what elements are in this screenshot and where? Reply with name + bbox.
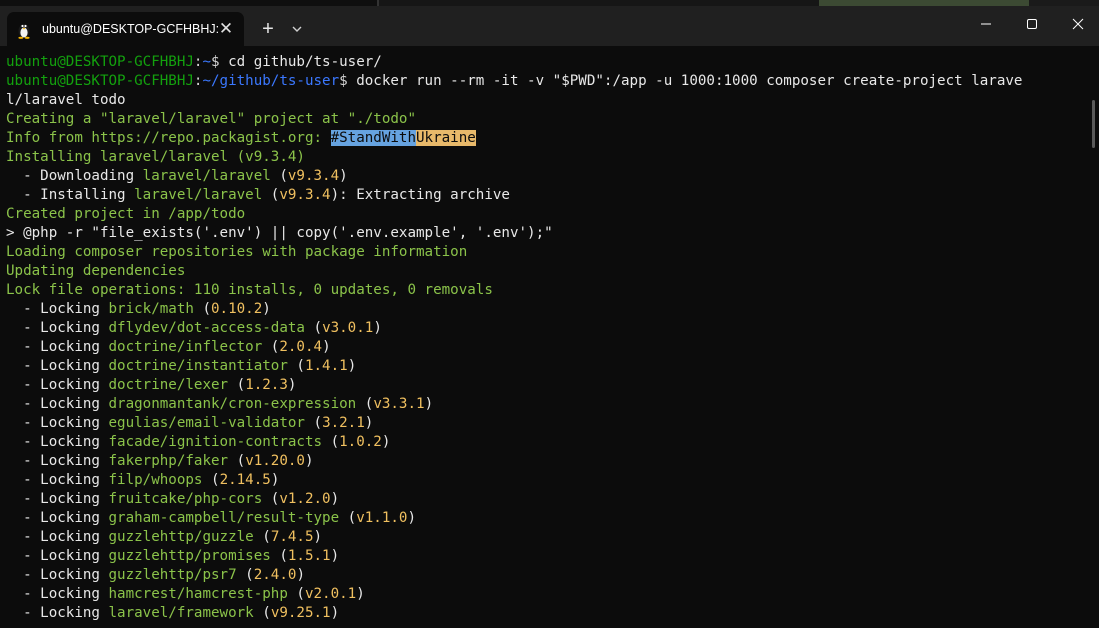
terminal-output[interactable]: ubuntu@DESKTOP-GCFHBHJ:~$ cd github/ts-u… — [0, 46, 1099, 628]
tab-close-icon[interactable]: ✕ — [216, 19, 236, 39]
package-version: v3.3.1 — [373, 396, 425, 412]
locking-line: - Locking doctrine/instantiator (1.4.1) — [6, 358, 357, 374]
package-version: 1.5.1 — [287, 548, 331, 564]
package-name: guzzlehttp/guzzle — [108, 529, 254, 545]
package-version: v1.1.0 — [356, 510, 408, 526]
locking-line: - Locking facade/ignition-contracts (1.0… — [6, 434, 391, 450]
package-version: v9.25.1 — [270, 605, 331, 621]
package-name: fruitcake/php-cors — [108, 491, 263, 507]
locking-line: - Locking filp/whoops (2.14.5) — [6, 472, 280, 488]
package-version: 7.4.5 — [270, 529, 314, 545]
package-version: 2.14.5 — [219, 472, 271, 488]
locking-line: - Locking egulias/email-validator (3.2.1… — [6, 415, 374, 431]
locking-line: - Locking guzzlehttp/guzzle (7.4.5) — [6, 529, 323, 545]
package-version: 3.2.1 — [322, 415, 365, 431]
terminal-line: > @php -r "file_exists('.env') || copy('… — [6, 225, 553, 241]
minimize-icon[interactable] — [971, 10, 1001, 38]
locking-line: - Locking brick/math (0.10.2) — [6, 301, 271, 317]
locking-line: - Locking graham-campbell/result-type (v… — [6, 510, 417, 526]
desktop-background-strip — [0, 0, 1099, 6]
close-window-icon[interactable] — [1063, 10, 1093, 38]
package-version: 2.0.4 — [279, 339, 323, 355]
terminal-line: - Downloading laravel/laravel (v9.3.4) — [6, 168, 348, 184]
locking-line: - Locking dragonmantank/cron-expression … — [6, 396, 434, 412]
locking-line: - Locking laravel/framework (v9.25.1) — [6, 605, 340, 621]
package-name: dragonmantank/cron-expression — [108, 396, 357, 412]
terminal-line: l/laravel todo — [6, 92, 126, 108]
package-version: 2.4.0 — [253, 567, 297, 583]
package-version: v1.2.0 — [279, 491, 331, 507]
package-name: guzzlehttp/promises — [108, 548, 271, 564]
package-version: v2.0.1 — [304, 586, 357, 602]
selection-highlight: #StandWith — [330, 130, 417, 146]
terminal-line: Info from https://repo.packagist.org: #S… — [6, 130, 476, 146]
package-version: 1.4.1 — [304, 358, 348, 374]
terminal-line: Installing laravel/laravel (v9.3.4) — [6, 149, 305, 165]
package-version: v3.0.1 — [322, 320, 374, 336]
maximize-icon[interactable] — [1017, 10, 1047, 38]
package-name: doctrine/lexer — [108, 377, 229, 393]
package-name: filp/whoops — [108, 472, 203, 488]
chevron-down-icon[interactable] — [288, 19, 306, 39]
title-bar[interactable]: ubuntu@DESKTOP-GCFHBHJ: ✕ + — [0, 0, 1099, 46]
package-name: egulias/email-validator — [108, 415, 305, 431]
terminal-line: ubuntu@DESKTOP-GCFHBHJ:~/github/ts-user$… — [6, 73, 1023, 89]
terminal-line: Loading composer repositories with packa… — [6, 244, 468, 260]
locking-line: - Locking doctrine/inflector (2.0.4) — [6, 339, 331, 355]
locking-line: - Locking dflydev/dot-access-data (v3.0.… — [6, 320, 382, 336]
scrollbar-thumb[interactable] — [1092, 100, 1095, 148]
tab-title: ubuntu@DESKTOP-GCFHBHJ: — [42, 22, 220, 36]
locking-line: - Locking fakerphp/faker (v1.20.0) — [6, 453, 314, 469]
package-name: fakerphp/faker — [108, 453, 229, 469]
package-version: 0.10.2 — [211, 301, 263, 317]
terminal-line: Updating dependencies — [6, 263, 186, 279]
locking-line: - Locking guzzlehttp/psr7 (2.4.0) — [6, 567, 305, 583]
package-version: 1.2.3 — [245, 377, 288, 393]
package-name: graham-campbell/result-type — [108, 510, 340, 526]
package-version: v1.20.0 — [245, 453, 305, 469]
package-name: dflydev/dot-access-data — [108, 320, 305, 336]
terminal-line: Creating a "laravel/laravel" project at … — [6, 111, 416, 127]
new-tab-button[interactable]: + — [256, 17, 280, 41]
locking-line: - Locking fruitcake/php-cors (v1.2.0) — [6, 491, 340, 507]
locking-line: - Locking doctrine/lexer (1.2.3) — [6, 377, 297, 393]
terminal-tab[interactable]: ubuntu@DESKTOP-GCFHBHJ: ✕ — [7, 12, 244, 46]
package-version: 1.0.2 — [339, 434, 382, 450]
package-name: guzzlehttp/psr7 — [108, 567, 237, 583]
package-name: laravel/framework — [108, 605, 254, 621]
terminal-line: Created project in /app/todo — [6, 206, 246, 222]
terminal-line: Lock file operations: 110 installs, 0 up… — [6, 282, 493, 298]
linux-penguin-icon — [18, 24, 30, 39]
package-name: doctrine/inflector — [108, 339, 263, 355]
locking-line: - Locking guzzlehttp/promises (1.5.1) — [6, 548, 340, 564]
terminal-line: ubuntu@DESKTOP-GCFHBHJ:~$ cd github/ts-u… — [6, 54, 382, 70]
package-name: brick/math — [108, 301, 194, 317]
selection-highlight: Ukraine — [416, 130, 476, 146]
package-name: doctrine/instantiator — [108, 358, 288, 374]
package-name: facade/ignition-contracts — [108, 434, 323, 450]
locking-line: - Locking hamcrest/hamcrest-php (v2.0.1) — [6, 586, 365, 602]
terminal-line: - Installing laravel/laravel (v9.3.4): E… — [6, 187, 510, 203]
package-name: hamcrest/hamcrest-php — [108, 586, 288, 602]
terminal-window: ubuntu@DESKTOP-GCFHBHJ: ✕ + ubuntu@DESKT… — [0, 0, 1099, 628]
